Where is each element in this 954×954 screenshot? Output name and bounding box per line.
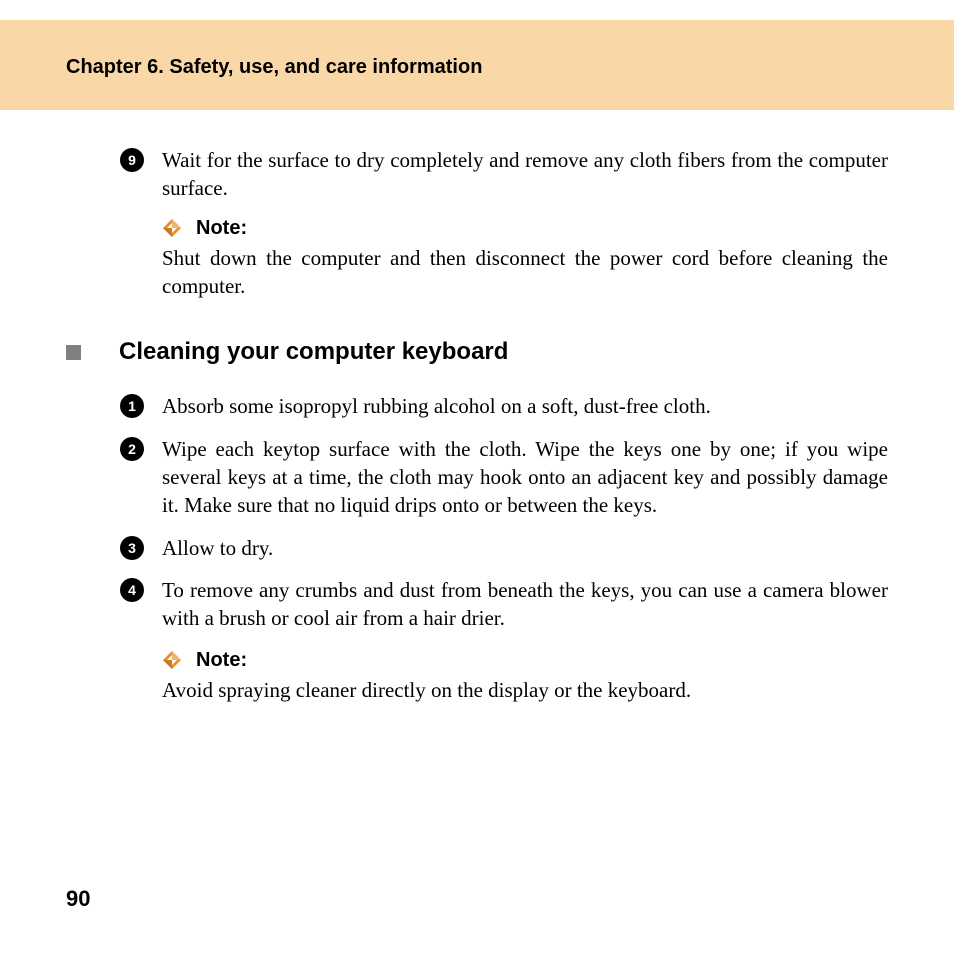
page-number: 90 <box>66 886 90 912</box>
step-number-badge: 3 <box>120 536 144 560</box>
note-header: Note: <box>162 649 888 672</box>
note-text: Shut down the computer and then disconne… <box>162 244 888 301</box>
step-item: 3 Allow to dry. <box>120 534 888 562</box>
step-item: 2 Wipe each keytop surface with the clot… <box>120 435 888 520</box>
step-text: Wipe each keytop surface with the cloth.… <box>162 435 888 520</box>
step-text: Absorb some isopropyl rubbing alcohol on… <box>162 392 888 420</box>
note-block: Note: Shut down the computer and then di… <box>162 217 888 301</box>
manual-page: Chapter 6. Safety, use, and care informa… <box>0 0 954 954</box>
note-label: Note: <box>196 217 247 240</box>
note-label: Note: <box>196 649 247 672</box>
header-band: Chapter 6. Safety, use, and care informa… <box>0 20 954 110</box>
note-block: Note: Avoid spraying cleaner directly on… <box>162 649 888 704</box>
step-item: 9 Wait for the surface to dry completely… <box>120 146 888 203</box>
note-header: Note: <box>162 217 888 240</box>
step-number-badge: 2 <box>120 437 144 461</box>
step-number-badge: 9 <box>120 148 144 172</box>
note-text: Avoid spraying cleaner directly on the d… <box>162 676 888 704</box>
square-bullet-icon <box>66 345 81 360</box>
diamond-icon <box>162 650 182 670</box>
step-text: Allow to dry. <box>162 534 888 562</box>
step-item: 4 To remove any crumbs and dust from ben… <box>120 576 888 633</box>
diamond-icon <box>162 218 182 238</box>
step-item: 1 Absorb some isopropyl rubbing alcohol … <box>120 392 888 420</box>
step-number-badge: 1 <box>120 394 144 418</box>
step-text: To remove any crumbs and dust from benea… <box>162 576 888 633</box>
step-text: Wait for the surface to dry completely a… <box>162 146 888 203</box>
content-area: 9 Wait for the surface to dry completely… <box>0 110 954 704</box>
chapter-title: Chapter 6. Safety, use, and care informa… <box>66 56 954 79</box>
section-heading-row: Cleaning your computer keyboard <box>66 338 888 366</box>
section-heading: Cleaning your computer keyboard <box>119 338 508 366</box>
step-number-badge: 4 <box>120 578 144 602</box>
